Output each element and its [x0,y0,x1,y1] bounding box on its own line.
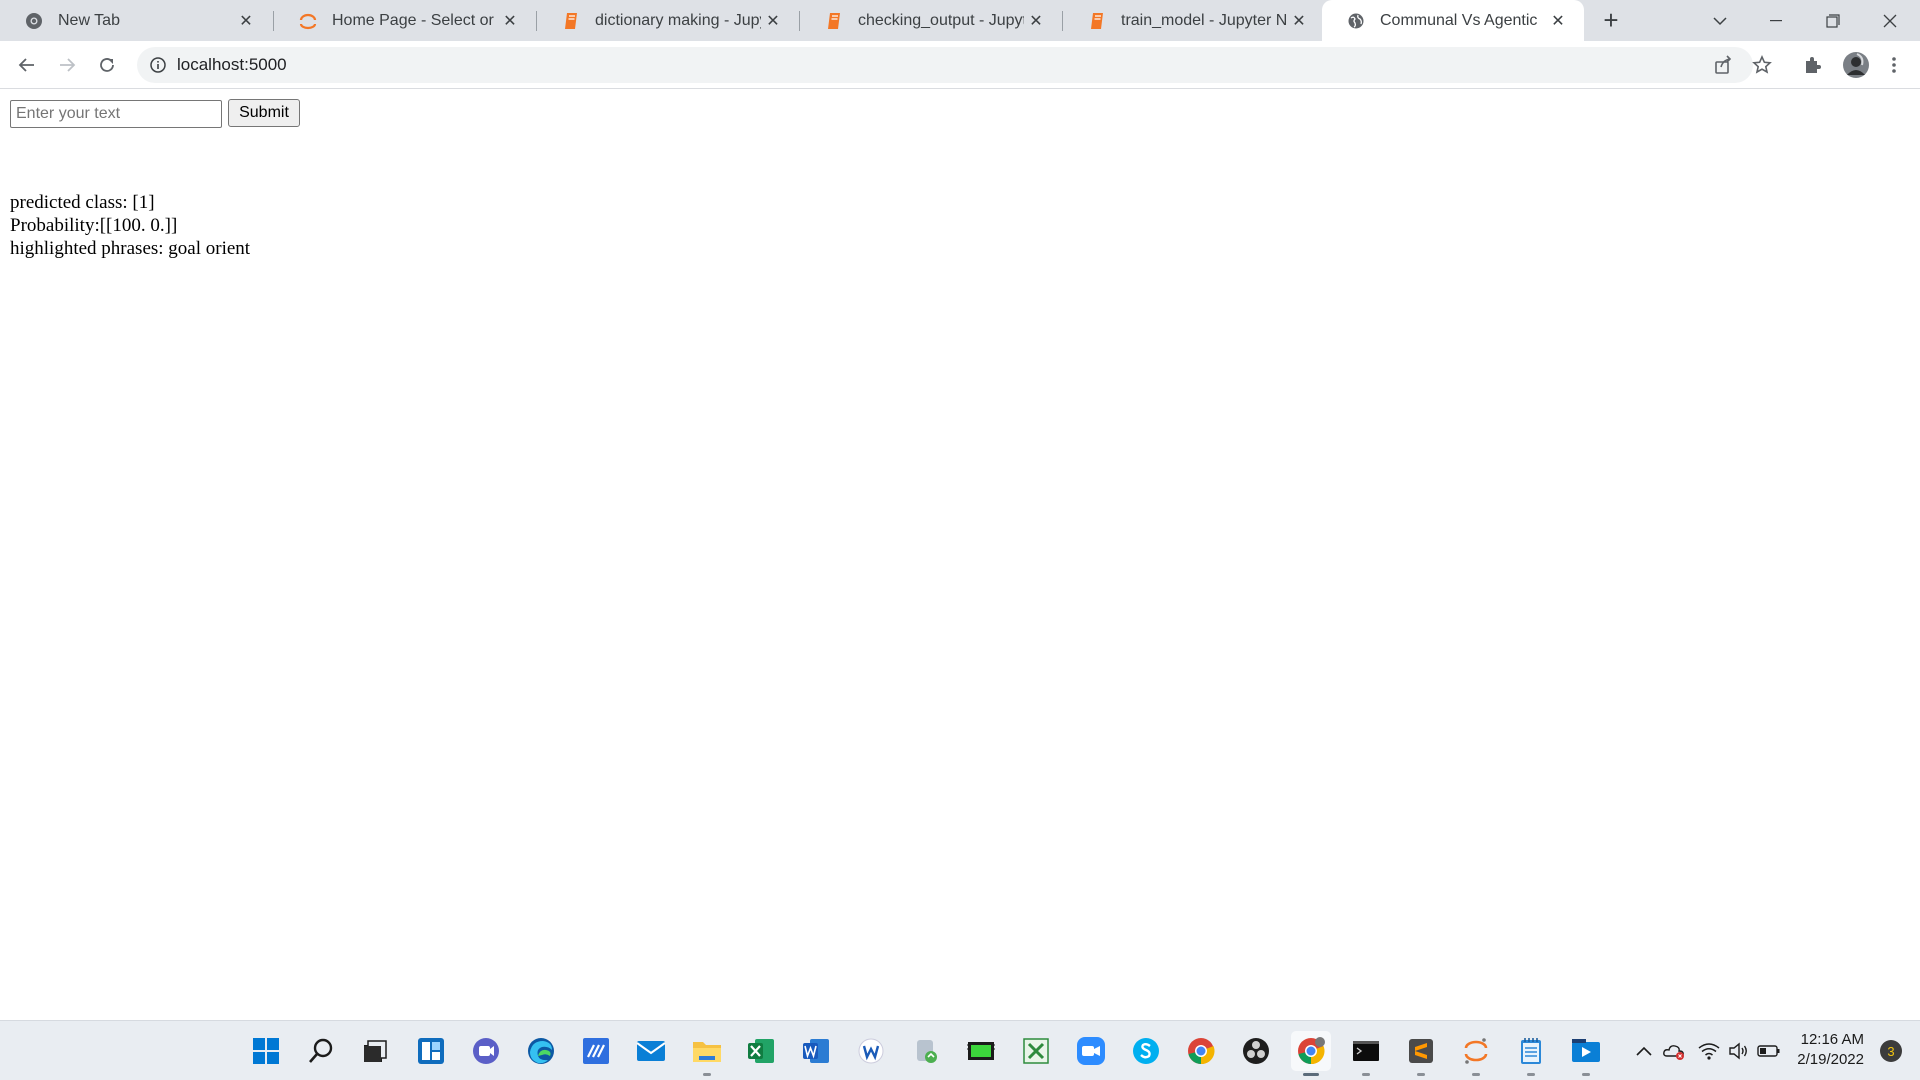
info-icon[interactable] [149,56,167,74]
clock-date: 2/19/2022 [1797,1051,1864,1068]
wordweb-icon[interactable] [851,1031,891,1071]
reload-button[interactable] [93,51,121,79]
page-content: Submit predicted class: [1] Probability:… [0,89,1920,1020]
task-view-icon[interactable] [355,1031,395,1071]
chrome-profile-icon[interactable] [1291,1031,1331,1076]
close-icon[interactable]: ✕ [761,11,785,31]
zoom-icon[interactable] [1071,1031,1111,1071]
sublime-text-icon[interactable] [1401,1031,1441,1076]
jupyter-icon [298,11,318,31]
extensions-icon[interactable] [1800,53,1824,77]
clock[interactable]: 12:16 AM 2/19/2022 [1797,1030,1864,1070]
restore-button[interactable] [1805,0,1861,41]
text-input[interactable] [10,100,222,128]
backup-icon[interactable] [906,1031,946,1071]
skype-icon[interactable] [1126,1031,1166,1071]
tab-title: New Tab [58,11,120,29]
more-menu-icon[interactable] [1882,53,1906,77]
running-indicator [1417,1073,1425,1076]
excel-csv-icon[interactable] [1016,1031,1056,1071]
start-icon[interactable] [246,1031,286,1071]
reload-icon [100,58,114,72]
running-indicator [1472,1073,1480,1076]
tab-strip: New Tab ✕ Home Page - Select or crea ✕ d… [0,0,1920,41]
terminal-icon[interactable] [1346,1031,1386,1076]
chevron-up-icon[interactable] [1632,1039,1656,1063]
running-indicator [1527,1073,1535,1076]
restore-icon [1826,13,1840,28]
close-icon [1883,14,1897,27]
chevron-down-icon [1713,16,1727,25]
onedrive-icon[interactable] [1662,1039,1686,1063]
new-tab-button[interactable]: + [1598,7,1624,34]
predicted-class-text: predicted class: [1] [10,192,155,213]
chrome-icon[interactable] [1181,1031,1221,1071]
mail-icon[interactable] [631,1031,671,1071]
submit-button[interactable]: Submit [228,99,300,127]
tab-checking-output[interactable]: checking_output - Jupyter N ✕ [800,0,1062,41]
running-indicator [1362,1073,1370,1076]
tab-title: Communal Vs Agentic [1380,11,1538,29]
jupyter-notebook-icon [1087,11,1107,31]
star-icon[interactable] [1750,53,1774,77]
close-icon[interactable]: ✕ [498,11,522,31]
taskbar: 12:16 AM 2/19/2022 3 [0,1020,1920,1080]
chrome-icon [24,11,44,31]
globe-icon [1346,11,1366,31]
tab-title: Home Page - Select or crea [332,11,498,29]
arrow-right-icon [60,58,76,72]
minimize-icon [1770,19,1782,21]
gpu-z-icon[interactable] [961,1031,1001,1071]
obs-icon[interactable] [1236,1031,1276,1071]
jupyter-icon[interactable] [1456,1031,1496,1076]
close-icon[interactable]: ✕ [234,11,258,31]
avatar[interactable] [1840,49,1872,81]
address-bar[interactable]: localhost:5000 [137,47,1753,83]
arrow-left-icon [18,58,34,72]
close-icon[interactable]: ✕ [1287,11,1311,31]
tab-communal-vs-agentic[interactable]: Communal Vs Agentic ✕ [1322,0,1584,41]
running-indicator [703,1073,711,1076]
tab-home-page[interactable]: Home Page - Select or crea ✕ [274,0,536,41]
url-text: localhost:5000 [177,55,287,74]
highlighted-phrases-text: highlighted phrases: goal orient [10,238,251,259]
tab-title: dictionary making - Jupyter [595,11,761,29]
jupyter-notebook-icon [824,11,844,31]
close-icon[interactable]: ✕ [1024,11,1048,31]
wifi-icon[interactable] [1697,1039,1721,1063]
share-icon[interactable] [1711,53,1735,77]
teams-chat-icon[interactable] [466,1031,506,1071]
tab-title: train_model - Jupyter Noteb [1121,11,1287,29]
clock-time: 12:16 AM [1800,1031,1864,1048]
close-window-button[interactable] [1862,0,1918,41]
widgets-icon[interactable] [411,1031,451,1071]
notepad-icon[interactable] [1511,1031,1551,1076]
tab-new-tab[interactable]: New Tab ✕ [0,0,272,41]
close-icon[interactable]: ✕ [1546,11,1570,31]
excel-icon[interactable] [741,1031,781,1071]
running-indicator [1303,1073,1319,1076]
running-indicator [1582,1073,1590,1076]
tab-title: checking_output - Jupyter N [858,11,1024,29]
back-button[interactable] [13,51,41,79]
tab-train-model[interactable]: train_model - Jupyter Noteb ✕ [1063,0,1325,41]
tab-dictionary-making[interactable]: dictionary making - Jupyter ✕ [537,0,799,41]
search-icon[interactable] [301,1031,341,1071]
file-explorer-icon[interactable] [687,1031,727,1076]
minimize-button[interactable] [1748,0,1804,41]
media-player-icon[interactable] [1566,1031,1606,1076]
notification-badge[interactable]: 3 [1880,1040,1902,1062]
forward-button[interactable] [53,51,81,79]
probability-text: Probability:[[100. 0.]] [10,215,178,236]
visual-studio-icon[interactable] [576,1031,616,1071]
jupyter-notebook-icon [561,11,581,31]
volume-icon[interactable] [1727,1039,1751,1063]
edge-icon[interactable] [521,1031,561,1071]
battery-icon[interactable] [1757,1039,1781,1063]
browser-toolbar: localhost:5000 [0,41,1920,89]
tab-search-button[interactable] [1692,0,1748,41]
word-icon[interactable] [796,1031,836,1071]
